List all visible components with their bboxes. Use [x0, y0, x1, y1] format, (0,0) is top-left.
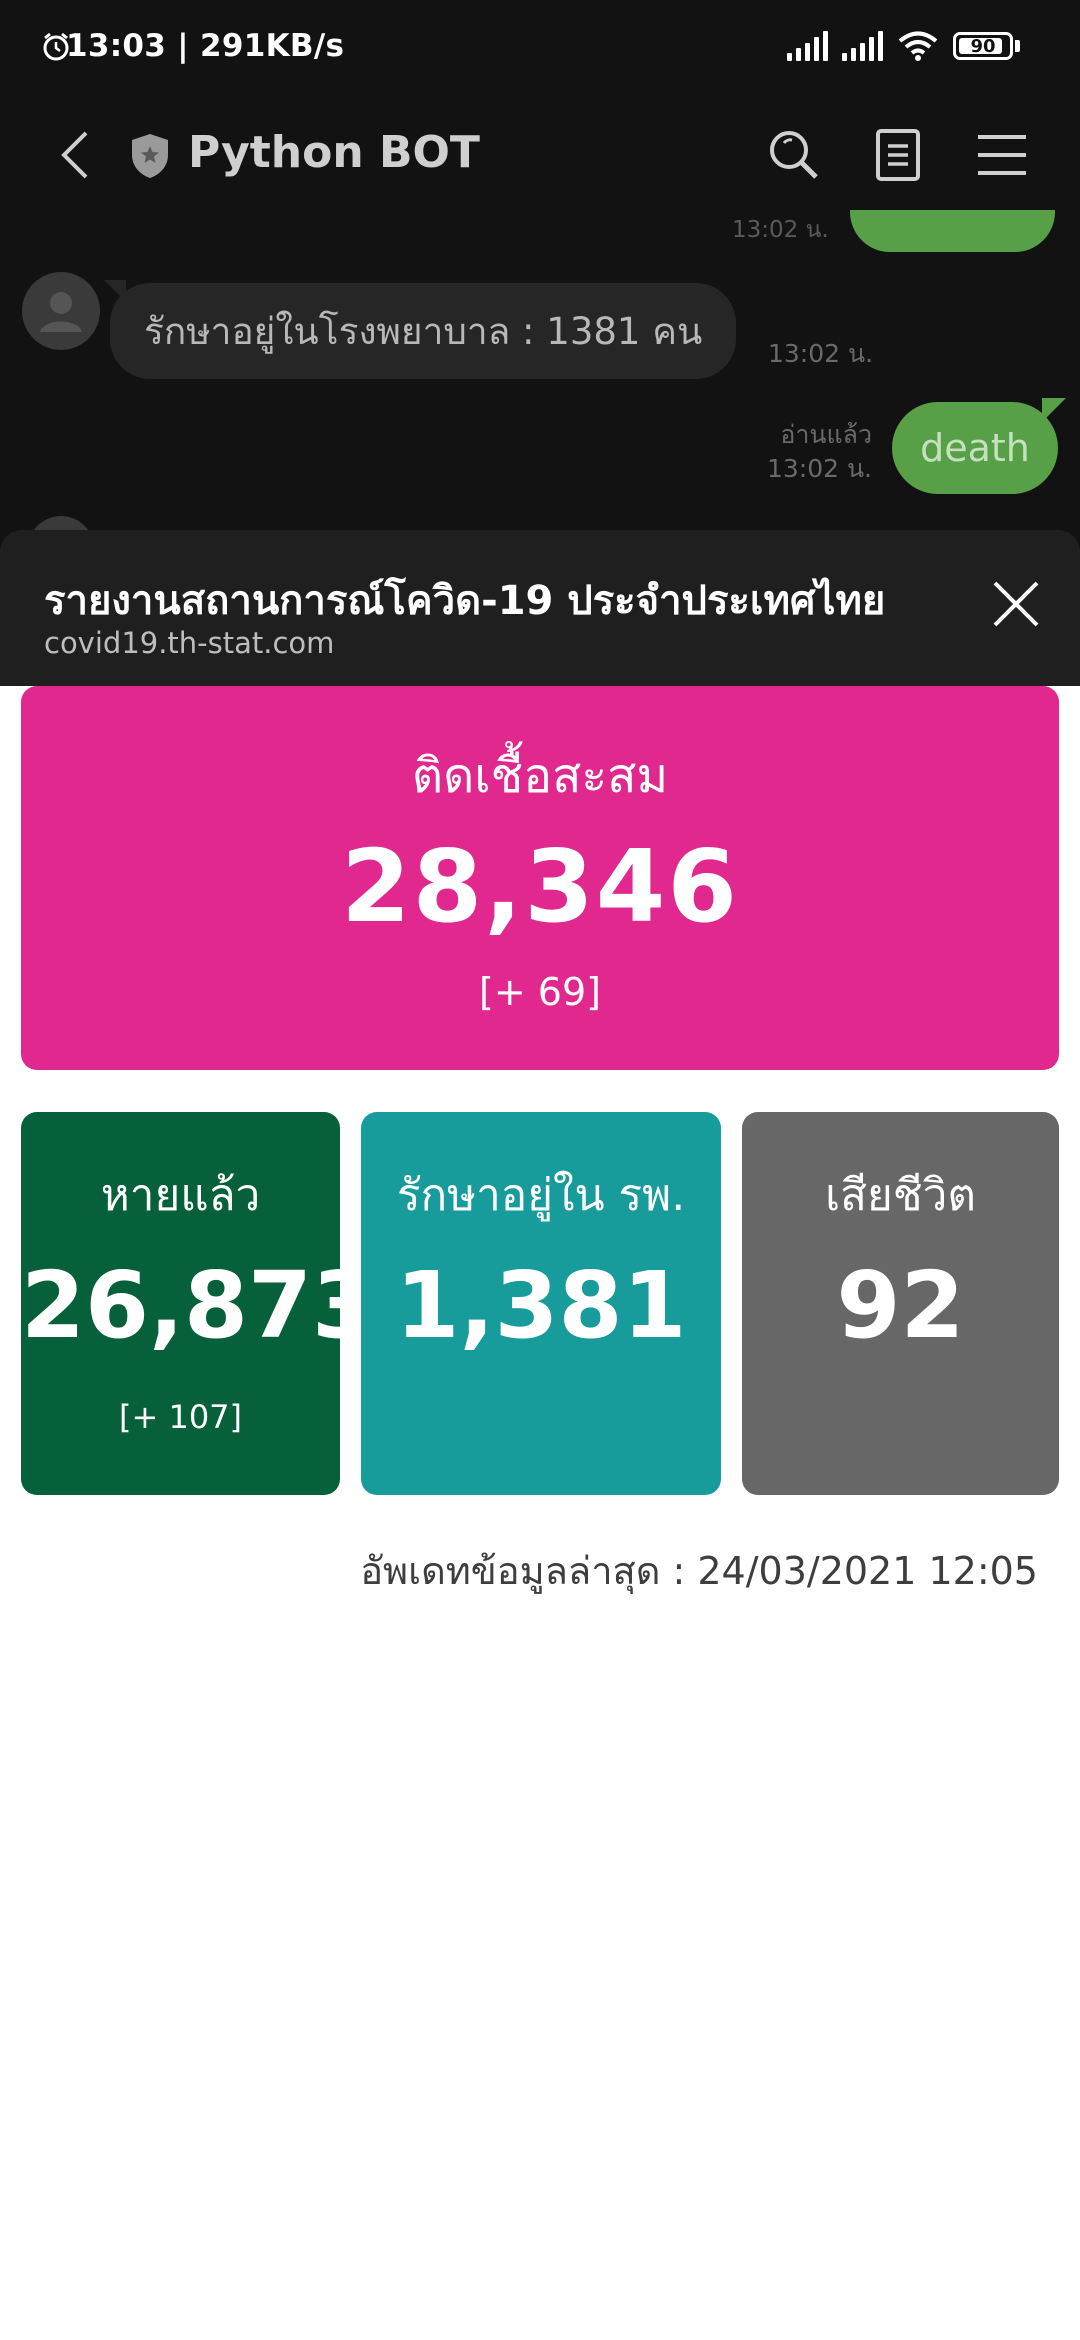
last-updated: อัพเดทข้อมูลล่าสุด : 24/03/2021 12:05: [360, 1549, 1038, 1593]
outgoing-message[interactable]: death: [892, 402, 1058, 494]
chat-header: Python BOT: [0, 105, 1080, 205]
hospitalized-value: 1,381: [395, 1252, 687, 1359]
search-icon[interactable]: [764, 125, 824, 185]
wifi-icon: [898, 31, 938, 61]
chat-title: Python BOT: [188, 127, 480, 178]
note-icon[interactable]: [868, 125, 928, 185]
chat-area: 13:03 | 291KB/s 90 Python BOT 13:02 น. ร…: [0, 0, 1080, 560]
preview-url[interactable]: covid19.th-stat.com: [44, 626, 334, 660]
recovered-value: 26,873: [21, 1252, 377, 1359]
partial-timestamp: 13:02 น.: [732, 217, 829, 243]
battery-tip: [1015, 40, 1020, 52]
read-status: อ่านแล้ว 13:02 น.: [767, 418, 872, 486]
menu-icon[interactable]: [972, 125, 1032, 185]
total-cases-delta: [+ 69]: [479, 970, 601, 1014]
deaths-label: เสียชีวิต: [825, 1170, 976, 1221]
link-preview-header: รายงานสถานการณ์โควิด-19 ประจำประเทศไทย c…: [0, 530, 1080, 686]
partial-message-bubble[interactable]: [850, 210, 1055, 252]
incoming-message[interactable]: รักษาอยู่ในโรงพยาบาล : 1381 คน: [110, 283, 737, 379]
recovered-label: หายแล้ว: [100, 1170, 261, 1221]
deaths-card: เสียชีวิต 92: [742, 1112, 1059, 1495]
hospitalized-label: รักษาอยู่ใน รพ.: [396, 1170, 686, 1221]
avatar-icon: [40, 292, 82, 332]
outgoing-timestamp: 13:02 น.: [766, 454, 872, 483]
alarm-icon: [43, 32, 69, 61]
battery-icon: 90: [953, 32, 1013, 60]
battery-level: 90: [970, 35, 996, 57]
deaths-value: 92: [836, 1252, 965, 1359]
status-icons: 90: [43, 30, 1020, 62]
hospitalized-card: รักษาอยู่ใน รพ. 1,381: [361, 1112, 721, 1495]
back-icon[interactable]: [50, 123, 100, 187]
recovered-card: หายแล้ว 26,873 [+ 107]: [21, 1112, 377, 1495]
incoming-timestamp: 13:02 น.: [768, 339, 874, 368]
shield-icon: [132, 134, 168, 178]
read-label: อ่านแล้ว: [780, 420, 872, 449]
bot-avatar[interactable]: [22, 272, 100, 350]
total-cases-card: ติดเชื้อสะสม 28,346 [+ 69]: [21, 686, 1059, 1070]
recovered-delta: [+ 107]: [118, 1398, 243, 1436]
status-time: 13:03 | 291KB/s: [66, 28, 345, 64]
signal-icon-2: [842, 31, 883, 61]
web-content: ติดเชื้อสะสม 28,346 [+ 69] หายแล้ว 26,87…: [0, 686, 1080, 2340]
close-icon[interactable]: [986, 574, 1046, 634]
status-bar: 13:03 | 291KB/s 90: [0, 0, 1080, 100]
total-cases-label: ติดเชื้อสะสม: [411, 748, 669, 804]
total-cases-value: 28,346: [341, 828, 739, 945]
signal-icon: [787, 31, 828, 61]
preview-title: รายงานสถานการณ์โควิด-19 ประจำประเทศไทย: [44, 578, 886, 624]
